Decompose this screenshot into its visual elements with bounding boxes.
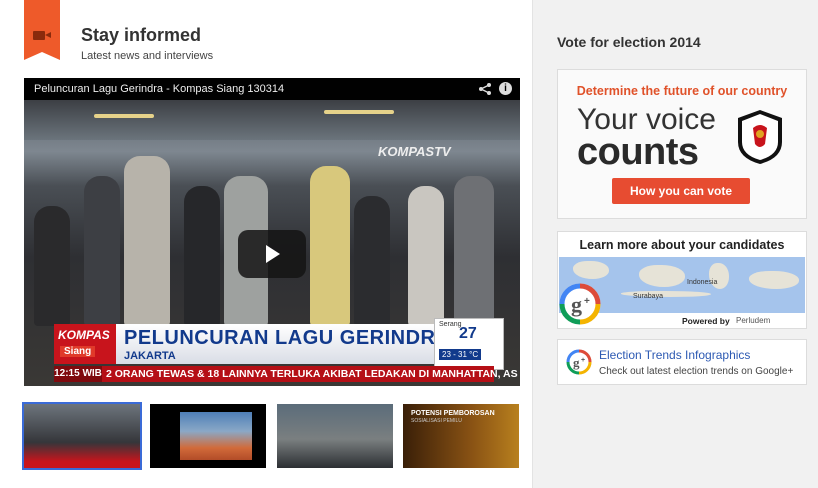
crowd-figure xyxy=(124,156,170,326)
video-camera-icon xyxy=(33,31,51,40)
infographics-card[interactable]: g + Election Trends Infographics Check o… xyxy=(557,339,807,385)
kpu-emblem-icon xyxy=(738,110,782,164)
crowd-figure xyxy=(310,166,350,326)
thumbnail-caption: POTENSI PEMBOROSAN xyxy=(411,410,495,417)
video-thumbnail[interactable] xyxy=(150,404,266,468)
svg-text:+: + xyxy=(581,357,585,364)
google-plus-icon: g + xyxy=(566,349,592,375)
news-lower-third: KOMPAS Siang PELUNCURAN LAGU GERINDRA JA… xyxy=(54,318,504,370)
video-player[interactable]: KOMPASTV KOMPAS Siang PELUNCURAN LAGU GE… xyxy=(24,78,520,386)
video-thumbnail-strip: POTENSI PEMBOROSAN SOSIALISASI PEMILU xyxy=(22,402,524,470)
map-label-indonesia: Indonesia xyxy=(687,279,718,286)
thumbnail-image xyxy=(180,412,252,460)
channel-logo: KOMPASTV xyxy=(378,144,451,159)
video-frame[interactable]: KOMPASTV KOMPAS Siang PELUNCURAN LAGU GE… xyxy=(24,100,520,386)
infographics-title-link[interactable]: Election Trends Infographics xyxy=(599,348,750,362)
crowd-figure xyxy=(454,176,494,326)
candidates-card[interactable]: Learn more about your candidates Indones… xyxy=(557,231,807,329)
ticker-text: 2 ORANG TEWAS & 18 LAINNYA TERLUKA AKIBA… xyxy=(106,368,518,380)
vote-promo-card: Determine the future of our country Your… xyxy=(557,69,807,219)
candidates-title[interactable]: Learn more about your candidates xyxy=(558,238,806,252)
how-you-can-vote-button[interactable]: How you can vote xyxy=(612,178,750,204)
voice-line-2: counts xyxy=(577,131,699,173)
share-icon-svg xyxy=(479,83,491,95)
video-roof xyxy=(24,100,520,140)
thumbnail-caption-sub: SOSIALISASI PEMILU xyxy=(411,418,462,424)
info-icon[interactable]: i xyxy=(499,82,512,95)
crowd-figure xyxy=(34,206,70,326)
program-logo: KOMPAS Siang xyxy=(54,324,116,364)
crowd-figure xyxy=(84,176,120,326)
share-icon[interactable] xyxy=(478,82,492,96)
program-logo-bottom: Siang xyxy=(60,346,96,357)
section-subtitle: Latest news and interviews xyxy=(81,50,214,62)
video-title-bar: Peluncuran Lagu Gerindra - Kompas Siang … xyxy=(24,78,520,100)
video-thumbnail[interactable]: POTENSI PEMBOROSAN SOSIALISASI PEMILU xyxy=(403,404,519,468)
vote-kicker: Determine the future of our country xyxy=(576,84,788,98)
infographics-subtitle: Check out latest election trends on Goog… xyxy=(599,366,794,377)
section-title: Stay informed xyxy=(81,25,202,45)
map-island xyxy=(639,265,685,287)
powered-by-label: Powered by xyxy=(682,316,730,326)
weather-temp: 27 xyxy=(459,325,477,342)
sidebar-title: Vote for election 2014 xyxy=(557,34,701,50)
crowd-figure xyxy=(184,186,220,326)
program-logo-top: KOMPAS xyxy=(58,328,110,342)
partner-logo: Perludem xyxy=(736,316,771,325)
svg-text:g: g xyxy=(571,292,582,317)
crowd-figure xyxy=(354,196,390,326)
map-island xyxy=(573,261,609,279)
weather-range: 23 - 31 °C xyxy=(439,349,482,360)
video-light xyxy=(94,114,154,118)
crowd-figure xyxy=(408,186,444,326)
news-ticker: 12:15 WIB 2 ORANG TEWAS & 18 LAINNYA TER… xyxy=(54,366,518,382)
news-headline: PELUNCURAN LAGU GERINDRA xyxy=(124,327,451,349)
section-ribbon xyxy=(24,0,60,60)
google-plus-badge-icon: g + xyxy=(559,283,601,325)
svg-text:g: g xyxy=(573,355,580,370)
svg-text:+: + xyxy=(584,296,590,307)
news-location: JAKARTA xyxy=(124,350,176,362)
video-thumbnail[interactable] xyxy=(277,404,393,468)
video-light xyxy=(324,110,394,114)
map-label-surabaya: Surabaya xyxy=(633,293,663,300)
news-panel: Stay informed Latest news and interviews… xyxy=(0,0,533,488)
video-thumbnail[interactable] xyxy=(22,402,142,470)
weather-widget: Serang 27 23 - 31 °C xyxy=(434,318,504,370)
play-button[interactable] xyxy=(238,230,306,278)
ticker-time: 12:15 WIB xyxy=(54,366,102,382)
map-island xyxy=(749,271,799,289)
video-title[interactable]: Peluncuran Lagu Gerindra - Kompas Siang … xyxy=(34,83,284,95)
